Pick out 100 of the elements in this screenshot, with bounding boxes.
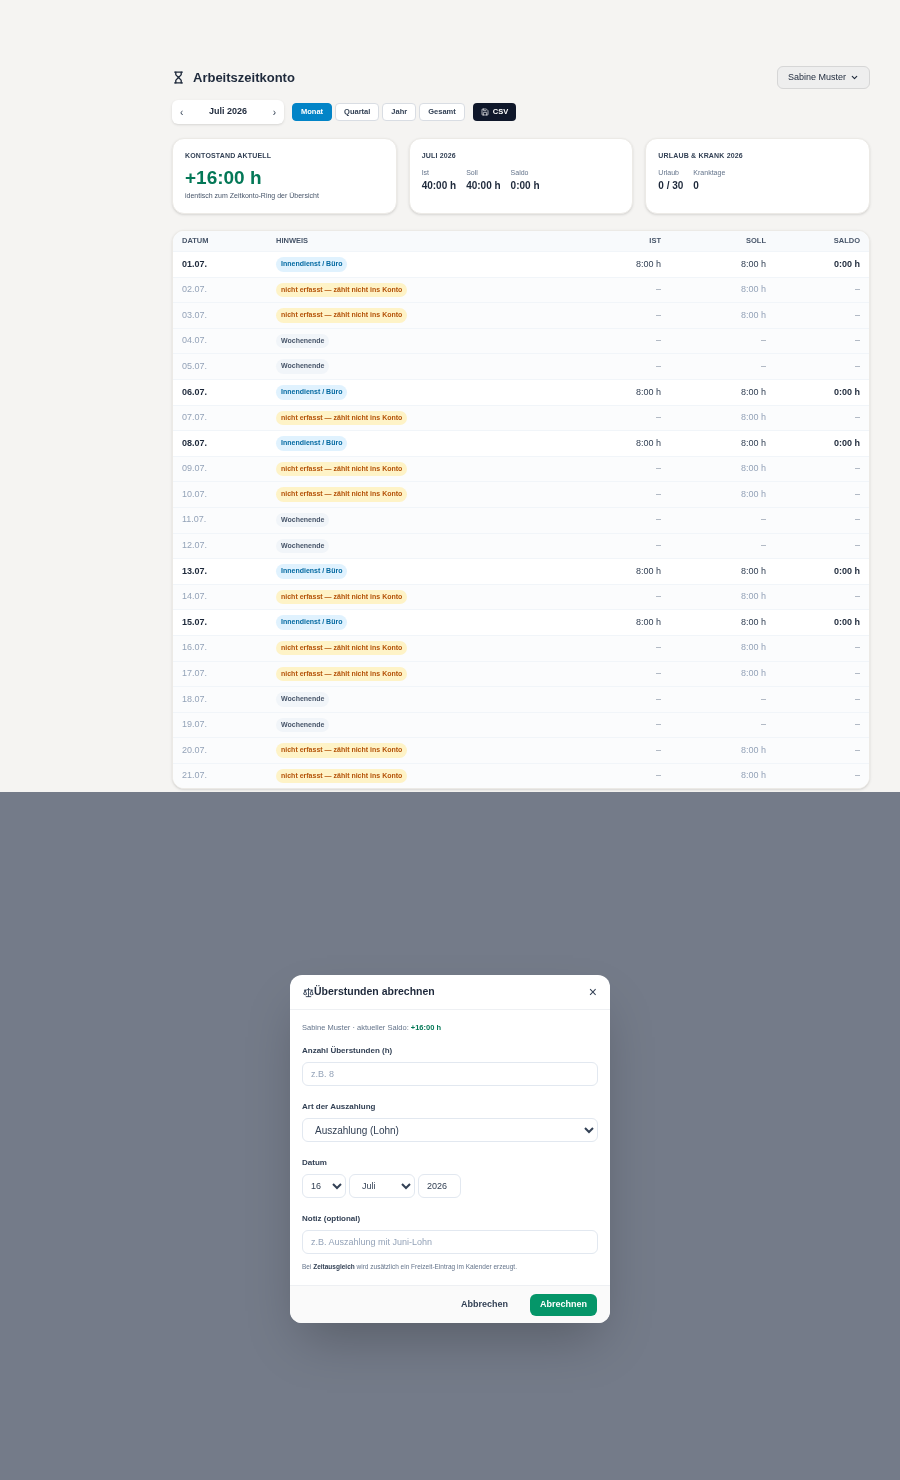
soll-cell-text: 8:00 h (739, 667, 766, 681)
saldo-cell-text: 0:00 h (833, 257, 860, 271)
soll-cell-text: 8:00 h (739, 641, 766, 655)
date-cell-text: 06.07. (182, 385, 209, 399)
soll-cell-text: 8:00 h (739, 308, 766, 322)
ist-cell-text: 8:00 h (634, 257, 661, 271)
ist-cell-text: – (655, 769, 661, 783)
date-cell-text: 20.07. (182, 743, 209, 757)
chevron-down-icon (850, 73, 859, 82)
soll-cell-text: 8:00 h (739, 769, 766, 783)
period-label: Juli 2026 (209, 105, 247, 119)
ist-cell-text: – (655, 411, 661, 425)
date-cell-text: 05.07. (182, 359, 209, 373)
scale-icon (303, 986, 314, 998)
submit-button[interactable]: Abrechnen (530, 1293, 597, 1316)
saldo-cell-text: – (854, 334, 860, 348)
hourglass-icon (172, 71, 185, 84)
saldo-cell-text: – (854, 743, 860, 757)
saldo-cell-text: 0:00 h (833, 564, 860, 578)
ist-cell-text: – (655, 513, 661, 527)
ist-cell-text: – (655, 283, 661, 297)
ist-cell-text: – (655, 692, 661, 706)
stat-value: 40:00 h (421, 179, 457, 193)
saldo-cell-text: – (854, 283, 860, 297)
soll-cell-text: – (760, 539, 766, 553)
saldo-cell-text: – (854, 590, 860, 604)
ist-cell-text: 8:00 h (634, 564, 661, 578)
stat-value: 40:00 h (466, 179, 501, 193)
date-cell-text: 10.07. (182, 487, 209, 501)
date-cell-text: 15.07. (182, 615, 209, 629)
soll-cell-text: – (760, 692, 766, 706)
saldo-cell-text: 0:00 h (833, 615, 860, 629)
saldo-cell-text: – (854, 692, 860, 706)
date-cell-text: 16.07. (182, 641, 209, 655)
date-cell-text: 07.07. (182, 411, 209, 425)
date-cell-text: 02.07. (182, 283, 209, 297)
saldo-cell-text: – (854, 641, 860, 655)
dialog-title: Überstunden abrechnen (314, 984, 435, 1000)
employee-select[interactable]: Sabine Muster (776, 66, 870, 89)
soll-cell-text: – (760, 718, 766, 732)
date-cell-text: 11.07. (182, 513, 208, 527)
ist-cell-text: 8:00 h (634, 615, 661, 629)
ist-cell-text: – (655, 667, 661, 681)
saldo-cell-text: – (854, 539, 860, 553)
ist-cell-text: 8:00 h (634, 385, 661, 399)
field-label: Datum (302, 1157, 328, 1170)
hours-input[interactable]: z.B. 8 (302, 1062, 598, 1087)
note-input[interactable]: z.B. Auszahlung mit Juni-Lohn (302, 1230, 598, 1255)
soll-cell-text: 8:00 h (739, 257, 766, 271)
ist-cell-text: 8:00 h (634, 436, 661, 450)
date-cell-text: 09.07. (182, 462, 209, 476)
stat-value: 0:00 h (510, 179, 540, 193)
ist-cell-text: – (655, 334, 661, 348)
ist-cell-text: – (655, 641, 661, 655)
ist-cell-text: – (655, 743, 661, 757)
soll-cell-text: 8:00 h (739, 411, 766, 425)
balance-value: +16:00 h (185, 165, 263, 190)
cancel-button[interactable]: Abbrechen (450, 1293, 518, 1316)
soll-cell-text: – (760, 513, 766, 527)
close-button[interactable]: × (588, 985, 597, 999)
soll-cell-text: 8:00 h (739, 487, 766, 501)
ist-cell-text: – (655, 487, 661, 501)
soll-cell-text: 8:00 h (739, 385, 766, 399)
date-cell-text: 18.07. (182, 692, 209, 706)
date-cell-text: 13.07. (182, 564, 209, 578)
saldo-cell-text: – (854, 359, 860, 373)
payout-type-select[interactable]: Auszahlung (Lohn) (302, 1118, 598, 1143)
date-cell-text: 12.07. (182, 539, 209, 553)
ist-cell-text: – (655, 718, 661, 732)
soll-cell-text: 8:00 h (739, 564, 766, 578)
previous-button[interactable]: ‹ (180, 104, 184, 120)
day-select[interactable]: 16 (302, 1174, 346, 1199)
ist-cell-text: – (655, 462, 661, 476)
ist-cell-text: – (655, 539, 661, 553)
saldo-cell-text: – (854, 487, 860, 501)
saldo-cell-text: – (854, 411, 860, 425)
date-cell-text: 03.07. (182, 308, 209, 322)
date-cell-text: 17.07. (182, 667, 209, 681)
ist-cell-text: – (655, 308, 661, 322)
month-select[interactable]: Juli (349, 1174, 415, 1199)
date-cell-text: 14.07. (182, 590, 209, 604)
next-button[interactable]: › (272, 104, 276, 120)
field-label: Anzahl Überstunden (h) (302, 1045, 394, 1058)
saldo-cell-text: 0:00 h (833, 385, 860, 399)
soll-cell-text: – (760, 334, 766, 348)
stat-value: 0 / 30 (658, 179, 684, 193)
page-title: Arbeitszeitkonto (193, 68, 295, 87)
stat-value: 0 (693, 179, 700, 193)
date-cell-text: 04.07. (182, 334, 209, 348)
ist-cell-text: – (655, 590, 661, 604)
soll-cell-text: 8:00 h (739, 283, 766, 297)
date-cell-text: 01.07. (182, 257, 209, 271)
saldo-cell-text: 0:00 h (833, 436, 860, 450)
save-icon (480, 108, 489, 116)
saldo-cell-text: – (854, 667, 860, 681)
saldo-cell-text: – (854, 513, 860, 527)
soll-cell-text: 8:00 h (739, 436, 766, 450)
year-input[interactable]: 2026 (418, 1174, 461, 1199)
ist-cell-text: – (655, 359, 661, 373)
soll-cell-text: 8:00 h (739, 743, 766, 757)
